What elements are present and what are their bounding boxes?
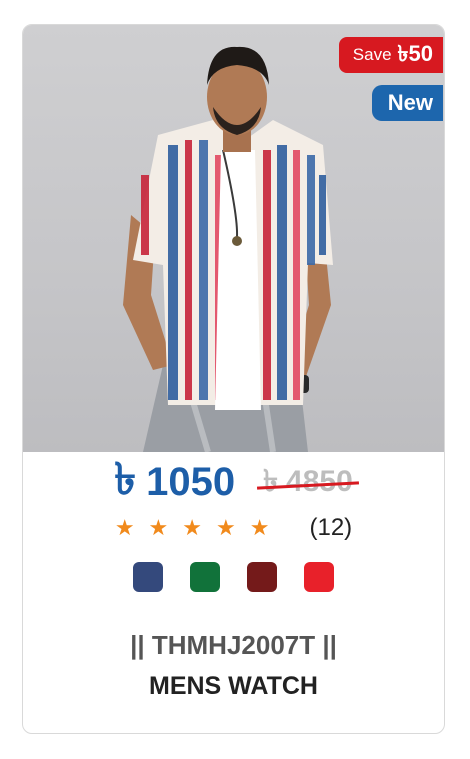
taka-currency-icon: ৳ [114, 454, 137, 504]
product-name[interactable]: MENS WATCH [23, 672, 444, 701]
star-rating: ★ ★ ★ ★ ★ [115, 515, 270, 541]
product-sku: || THMHJ2007T || [130, 630, 337, 660]
color-swatch-red[interactable] [304, 562, 334, 592]
star-icon: ★ [114, 515, 135, 540]
review-count: (12) [309, 514, 353, 541]
save-amount: ৳50 [398, 37, 433, 74]
color-swatches [23, 562, 444, 592]
color-swatch-maroon[interactable] [247, 562, 277, 592]
star-icon: ★ [148, 515, 169, 540]
product-card[interactable]: Save ৳50 New ৳ 1050 ৳ 4850 ★ ★ ★ ★ ★ (12… [22, 24, 445, 734]
star-icon: ★ [216, 515, 236, 540]
rating-row: ★ ★ ★ ★ ★ (12) [23, 511, 444, 545]
product-image[interactable]: Save ৳50 New [23, 25, 444, 452]
star-icon: ★ [249, 515, 270, 540]
old-price: ৳ 4850 [257, 457, 359, 508]
star-icon: ★ [182, 515, 203, 540]
price-row: ৳ 1050 ৳ 4850 [23, 455, 444, 509]
save-value: 50 [408, 40, 433, 66]
current-price: ৳ 1050 [114, 446, 235, 519]
old-currency-icon: ৳ [263, 464, 279, 498]
current-price-value: 1050 [146, 459, 236, 504]
color-swatch-blue[interactable] [133, 562, 163, 592]
save-label: Save [352, 45, 392, 64]
new-badge: New [371, 85, 443, 121]
save-badge: Save ৳50 [338, 37, 443, 74]
color-swatch-green[interactable] [190, 562, 220, 592]
save-currency-icon: ৳ [397, 40, 409, 66]
